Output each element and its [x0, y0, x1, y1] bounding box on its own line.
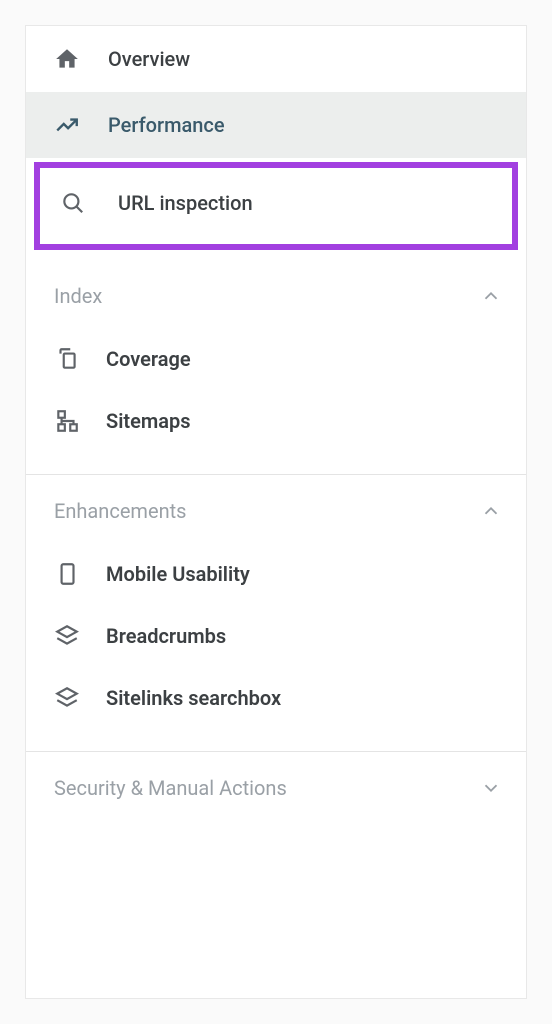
nav-item-breadcrumbs[interactable]: Breadcrumbs — [26, 605, 526, 667]
nav-label: Breadcrumbs — [106, 624, 226, 648]
chevron-up-icon — [480, 285, 502, 307]
section-header-index[interactable]: Index — [26, 260, 526, 328]
pages-icon — [54, 346, 80, 372]
home-icon — [54, 46, 80, 72]
section-items-enhancements: Mobile Usability Breadcrumbs Sitelinks s… — [26, 543, 526, 741]
search-icon — [60, 190, 86, 216]
highlight-box: URL inspection — [34, 162, 518, 250]
nav-item-mobile-usability[interactable]: Mobile Usability — [26, 543, 526, 605]
nav-label: Overview — [108, 47, 190, 71]
nav-item-sitelinks-searchbox[interactable]: Sitelinks searchbox — [26, 667, 526, 729]
nav-item-performance[interactable]: Performance — [26, 92, 526, 158]
chevron-up-icon — [480, 500, 502, 522]
nav-label: Mobile Usability — [106, 562, 250, 586]
section-header-security[interactable]: Security & Manual Actions — [26, 752, 526, 820]
nav-item-overview[interactable]: Overview — [26, 26, 526, 92]
nav-label: Performance — [108, 113, 225, 137]
sitemap-icon — [54, 408, 80, 434]
nav-item-sitemaps[interactable]: Sitemaps — [26, 390, 526, 452]
sidebar: Overview Performance URL inspection Inde… — [25, 25, 527, 999]
layers-icon — [54, 685, 80, 711]
section-title: Enhancements — [54, 499, 186, 523]
mobile-icon — [54, 561, 80, 587]
chevron-down-icon — [480, 777, 502, 799]
nav-label: Sitelinks searchbox — [106, 686, 281, 710]
nav-item-url-inspection[interactable]: URL inspection — [40, 168, 512, 244]
nav-label: Sitemaps — [106, 409, 191, 433]
section-items-index: Coverage Sitemaps — [26, 328, 526, 464]
layers-icon — [54, 623, 80, 649]
nav-item-coverage[interactable]: Coverage — [26, 328, 526, 390]
trend-icon — [54, 112, 80, 138]
nav-label: URL inspection — [118, 191, 253, 215]
nav-label: Coverage — [106, 347, 191, 371]
section-title: Index — [54, 284, 102, 308]
section-header-enhancements[interactable]: Enhancements — [26, 475, 526, 543]
section-title: Security & Manual Actions — [54, 776, 287, 800]
